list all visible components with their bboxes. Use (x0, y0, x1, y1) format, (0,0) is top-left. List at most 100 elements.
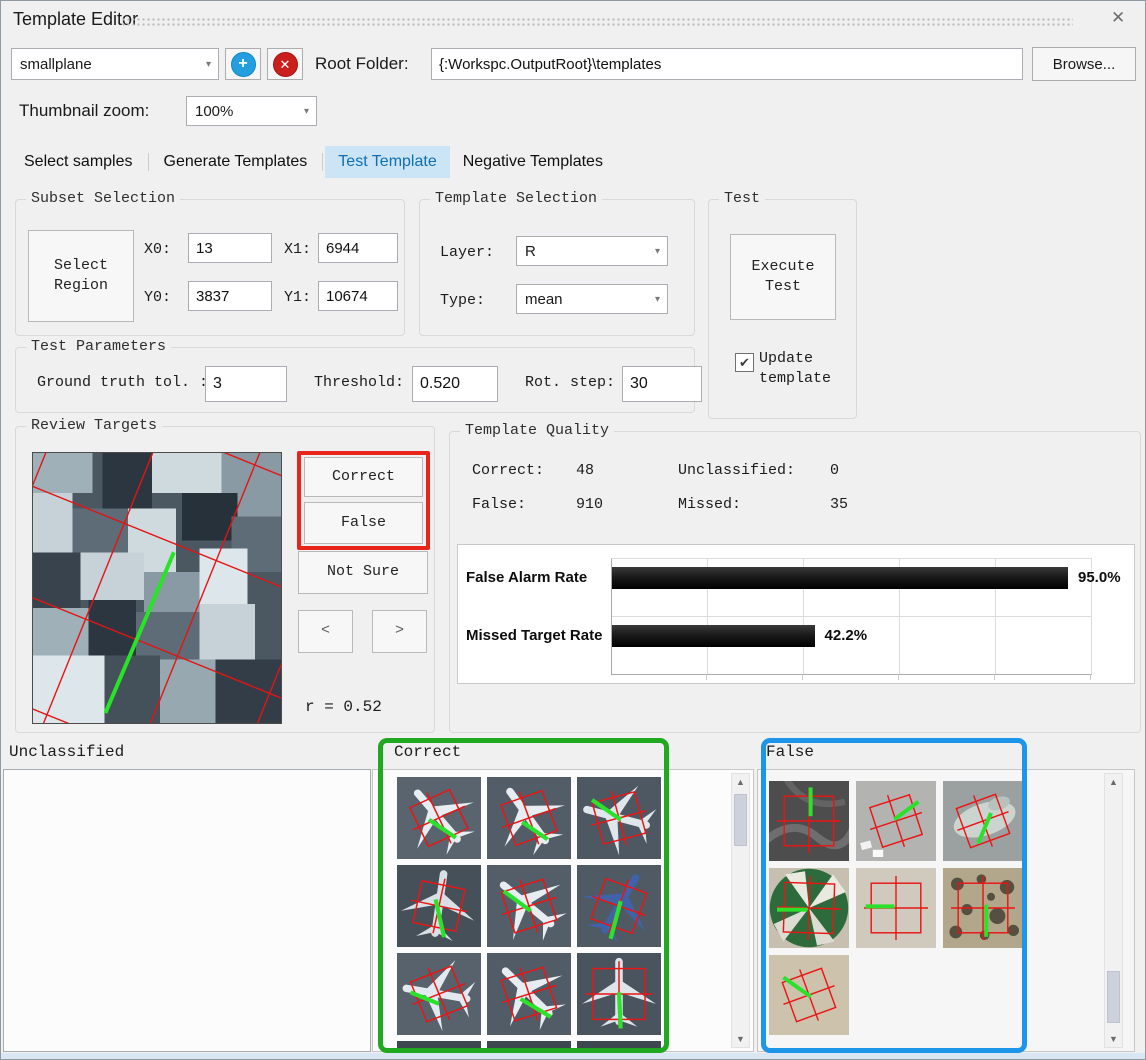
template-editor-window: Template Editor ✕ smallplane ▾ + ✕ Root … (0, 0, 1146, 1060)
window-title: Template Editor (13, 9, 138, 30)
target-thumbnail[interactable] (943, 868, 1023, 948)
layer-dropdown[interactable]: R ▾ (516, 236, 668, 266)
target-thumbnail[interactable] (397, 953, 481, 1035)
target-thumbnail[interactable] (856, 781, 936, 861)
x0-field[interactable] (188, 233, 272, 263)
mark-correct-button[interactable]: Correct (304, 457, 423, 497)
select-region-button[interactable]: Select Region (28, 230, 134, 322)
false-count-value: 910 (576, 496, 603, 513)
target-thumbnail[interactable] (487, 1041, 571, 1049)
mark-false-button[interactable]: False (304, 502, 423, 544)
next-target-button[interactable]: > (372, 610, 427, 653)
scrollbar-thumb[interactable] (734, 794, 747, 846)
template-select-dropdown[interactable]: smallplane ▾ (11, 48, 219, 80)
template-quality-title: Template Quality (460, 422, 614, 439)
drag-grip[interactable] (121, 17, 1073, 27)
unclassified-count-value: 0 (830, 462, 839, 479)
scroll-down-icon[interactable]: ▼ (732, 1031, 749, 1047)
rot-step-field[interactable] (622, 366, 702, 402)
target-thumbnail[interactable] (943, 781, 1023, 861)
missed-count-label: Missed: (678, 496, 741, 513)
previous-target-button[interactable]: < (298, 610, 353, 653)
correct-panel-title: Correct (394, 743, 461, 761)
x0-label: X0: (144, 241, 171, 258)
chevron-right-icon: > (395, 621, 404, 641)
chevron-down-icon: ▾ (206, 59, 211, 70)
target-thumbnail[interactable] (397, 777, 481, 859)
target-thumbnail[interactable] (397, 1041, 481, 1049)
unclassified-target-list[interactable] (3, 769, 371, 1052)
target-thumbnail[interactable] (487, 865, 571, 947)
y1-field[interactable] (318, 281, 398, 311)
y0-field[interactable] (188, 281, 272, 311)
target-thumbnail[interactable] (577, 865, 661, 947)
type-dropdown[interactable]: mean ▾ (516, 284, 668, 314)
target-thumbnail[interactable] (769, 868, 849, 948)
delete-template-button[interactable]: ✕ (267, 48, 303, 80)
y0-label: Y0: (144, 289, 171, 306)
unclassified-count-label: Unclassified: (678, 462, 795, 479)
review-target-image[interactable] (32, 452, 282, 724)
scrollbar-thumb[interactable] (1107, 971, 1120, 1023)
target-thumbnail[interactable] (577, 953, 661, 1035)
not-sure-button[interactable]: Not Sure (298, 551, 428, 594)
thumbnail-zoom-label: Thumbnail zoom: (19, 101, 149, 121)
type-value: mean (525, 291, 563, 308)
browse-button[interactable]: Browse... (1032, 47, 1136, 81)
bar-value-label: 42.2% (825, 627, 868, 644)
tab-select-samples[interactable]: Select samples (11, 146, 146, 178)
tab-bar: Select samples Generate Templates Test T… (11, 146, 1145, 178)
delete-icon: ✕ (273, 52, 298, 77)
target-thumbnail[interactable] (487, 953, 571, 1035)
execute-test-button[interactable]: Execute Test (730, 234, 836, 320)
target-thumbnail[interactable] (397, 865, 481, 947)
target-thumbnail[interactable] (769, 781, 849, 861)
test-parameters-group: Test Parameters Ground truth tol. : Thre… (15, 347, 695, 413)
target-thumbnail[interactable] (487, 777, 571, 859)
type-label: Type: (440, 292, 485, 309)
tab-generate-templates[interactable]: Generate Templates (151, 146, 321, 178)
root-folder-input[interactable] (431, 48, 1023, 80)
tab-negative-templates[interactable]: Negative Templates (450, 146, 616, 178)
browse-button-label: Browse... (1053, 56, 1116, 73)
target-thumbnail[interactable] (577, 777, 661, 859)
template-selection-group: Template Selection Layer: R ▾ Type: mean… (419, 199, 695, 336)
thumbnail-zoom-dropdown[interactable]: 100% ▾ (186, 96, 317, 126)
target-thumbnail[interactable] (577, 1041, 661, 1049)
subset-selection-group: Subset Selection Select Region X0: X1: Y… (15, 199, 405, 336)
false-count-label: False: (472, 496, 526, 513)
bar-value-label: 95.0% (1078, 569, 1121, 586)
chevron-down-icon: ▾ (655, 294, 660, 305)
y1-label: Y1: (284, 289, 311, 306)
chart-plot-area: 95.0%42.2% (611, 558, 1092, 675)
missed-count-value: 35 (830, 496, 848, 513)
x1-field[interactable] (318, 233, 398, 263)
check-icon: ✔ (739, 355, 750, 371)
chart-bar (612, 567, 1068, 589)
tab-separator (322, 153, 323, 171)
tab-test-template[interactable]: Test Template (325, 146, 449, 178)
update-template-checkbox[interactable]: ✔ (735, 353, 754, 372)
scroll-up-icon[interactable]: ▲ (1105, 774, 1122, 790)
false-target-list: ▲ ▼ (757, 769, 1135, 1052)
correlation-value: r = 0.52 (305, 698, 382, 716)
target-thumbnail[interactable] (769, 955, 849, 1035)
unclassified-panel-title: Unclassified (9, 743, 124, 761)
false-list-scrollbar[interactable]: ▲ ▼ (1104, 773, 1123, 1048)
rot-step-label: Rot. step: (525, 374, 615, 391)
false-thumbnail-grid (769, 781, 1031, 1043)
add-template-button[interactable]: + (225, 48, 261, 80)
close-icon[interactable]: ✕ (1111, 8, 1125, 28)
correct-list-scrollbar[interactable]: ▲ ▼ (731, 773, 750, 1048)
ground-truth-tol-field[interactable] (205, 366, 287, 402)
template-select-value: smallplane (20, 56, 92, 73)
bar-category-label: Missed Target Rate (466, 627, 608, 644)
subset-selection-title: Subset Selection (26, 190, 180, 207)
threshold-field[interactable] (412, 366, 498, 402)
root-folder-label: Root Folder: (315, 54, 409, 74)
scroll-up-icon[interactable]: ▲ (732, 774, 749, 790)
template-selection-title: Template Selection (430, 190, 602, 207)
target-thumbnail[interactable] (856, 868, 936, 948)
ground-truth-tol-label: Ground truth tol. : (37, 374, 208, 391)
scroll-down-icon[interactable]: ▼ (1105, 1031, 1122, 1047)
